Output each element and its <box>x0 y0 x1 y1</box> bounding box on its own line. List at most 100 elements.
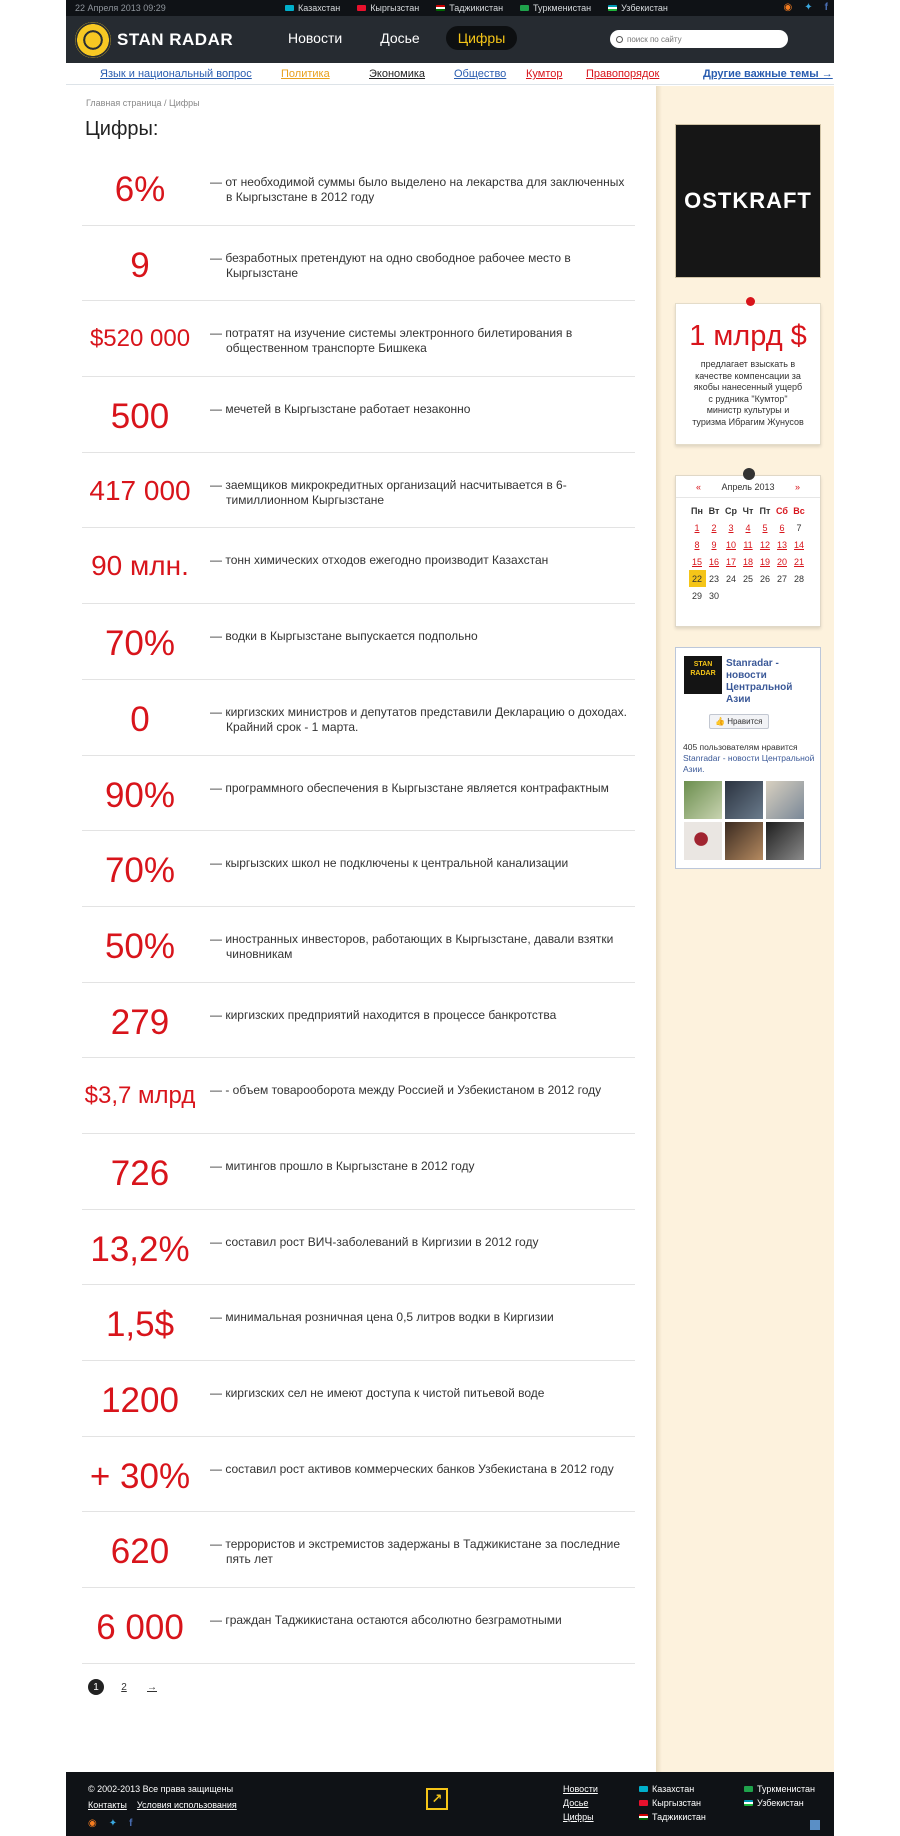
rss-icon[interactable]: ◉ <box>784 0 793 16</box>
nav-news[interactable]: Новости <box>276 26 354 50</box>
facebook-icon[interactable]: f <box>825 0 828 16</box>
featured-fact-card[interactable]: 1 млрд $ предлагает взыскать в качестве … <box>675 297 821 445</box>
page-2-link[interactable]: 2 <box>116 1679 132 1695</box>
terms-link[interactable]: Условия использования <box>137 1800 237 1810</box>
facebook-like-button[interactable]: 👍 Нравится <box>709 714 769 729</box>
prev-month-button[interactable]: « <box>696 476 701 498</box>
fact-text[interactable]: — потратят на изучение системы электронн… <box>210 326 630 356</box>
contacts-link[interactable]: Контакты <box>88 1800 127 1810</box>
liveinternet-counter-icon[interactable] <box>810 1820 820 1830</box>
calendar-day[interactable]: 8 <box>689 536 706 553</box>
footer-country-link[interactable]: Казахстан <box>639 1784 706 1794</box>
calendar-day[interactable]: 17 <box>723 553 740 570</box>
fact-row[interactable]: 70% — водки в Кыргызстане выпускается под… <box>82 604 635 680</box>
country-link-kazakhstan[interactable]: Казахстан <box>285 0 340 16</box>
fact-text[interactable]: — заемщиков микрокредитных организаций н… <box>210 478 630 508</box>
footer-nav-dossier[interactable]: Досье <box>563 1798 598 1808</box>
fact-row[interactable]: 50% — иностранных инвесторов, работающих … <box>82 907 635 983</box>
facebook-page-name[interactable]: Stanradar - новости Центральной Азии <box>726 658 816 706</box>
fact-text[interactable]: — - объем товарооборота между Россией и … <box>210 1083 630 1098</box>
fact-row[interactable]: 90 млн. — тонн химических отходов ежегодн… <box>82 528 635 605</box>
avatar[interactable] <box>725 781 763 819</box>
footer-country-link[interactable]: Кыргызстан <box>639 1798 706 1808</box>
fact-text[interactable]: — граждан Таджикистана остаются абсолютн… <box>210 1613 630 1628</box>
topic-society[interactable]: Общество <box>454 68 506 80</box>
fact-row[interactable]: 279 — киргизских предприятий находится в … <box>82 983 635 1059</box>
ostkraft-banner[interactable]: OSTKRAFT <box>675 124 821 278</box>
footer-country-link[interactable]: Узбекистан <box>744 1798 815 1808</box>
calendar-day[interactable]: 11 <box>740 536 757 553</box>
country-link-uzbekistan[interactable]: Узбекистан <box>608 0 668 16</box>
calendar-day[interactable]: 14 <box>791 536 808 553</box>
fact-row[interactable]: $3,7 млрд — - объем товарооборота между Р… <box>82 1058 635 1134</box>
fact-row[interactable]: 13,2% — составил рост ВИЧ-заболеваний в К… <box>82 1210 635 1286</box>
fact-text[interactable]: — кыргызских школ не подключены к центра… <box>210 856 630 871</box>
fact-row[interactable]: 1,5$ — минимальная розничная цена 0,5 лит… <box>82 1285 635 1361</box>
calendar-day[interactable]: 4 <box>740 519 757 536</box>
country-link-kyrgyzstan[interactable]: Кыргызстан <box>357 0 419 16</box>
fact-row[interactable]: 500 — мечетей в Кыргызстане работает неза… <box>82 377 635 453</box>
fact-text[interactable]: — безработных претендуют на одно свободн… <box>210 251 630 281</box>
calendar-day[interactable]: 18 <box>740 553 757 570</box>
calendar-today[interactable]: 22 <box>688 570 706 587</box>
calendar-day[interactable]: 9 <box>706 536 723 553</box>
facebook-icon[interactable]: f <box>129 1818 132 1829</box>
fact-row[interactable]: 90% — программного обеспечения в Кыргызст… <box>82 756 635 832</box>
calendar-day[interactable]: 3 <box>723 519 740 536</box>
search-icon[interactable] <box>616 35 623 43</box>
fact-text[interactable]: — водки в Кыргызстане выпускается подпол… <box>210 629 630 644</box>
fact-row[interactable]: 6% — от необходимой суммы было выделено н… <box>82 150 635 226</box>
search-input[interactable] <box>627 34 777 44</box>
country-link-turkmenistan[interactable]: Туркменистан <box>520 0 591 16</box>
calendar-day[interactable]: 5 <box>757 519 774 536</box>
fact-row[interactable]: $520 000 — потратят на изучение системы э… <box>82 301 635 378</box>
avatar[interactable] <box>684 822 722 860</box>
calendar-day[interactable]: 2 <box>706 519 723 536</box>
footer-country-link[interactable]: Таджикистан <box>639 1812 706 1822</box>
next-month-button[interactable]: » <box>795 476 800 498</box>
calendar-day[interactable]: 20 <box>774 553 791 570</box>
nav-figures[interactable]: Цифры <box>445 26 518 50</box>
next-page-arrow-icon[interactable]: → <box>144 1679 160 1695</box>
calendar-day[interactable]: 1 <box>689 519 706 536</box>
calendar-day[interactable]: 6 <box>774 519 791 536</box>
fact-text[interactable]: — мечетей в Кыргызстане работает незакон… <box>210 402 630 417</box>
twitter-icon[interactable]: ✦ <box>804 0 812 16</box>
nav-dossier[interactable]: Досье <box>368 26 432 50</box>
footer-country-link[interactable]: Туркменистан <box>744 1784 815 1794</box>
calendar-day[interactable]: 10 <box>723 536 740 553</box>
topic-economy[interactable]: Экономика <box>369 68 425 80</box>
site-logo[interactable]: STAN RADAR <box>75 22 233 58</box>
avatar[interactable] <box>684 781 722 819</box>
fact-text[interactable]: — составил рост ВИЧ-заболеваний в Киргиз… <box>210 1235 630 1250</box>
fact-row[interactable]: 620 — террористов и экстремистов задержан… <box>82 1512 635 1589</box>
calendar-day[interactable]: 13 <box>774 536 791 553</box>
fact-text[interactable]: — киргизских министров и депутатов предс… <box>210 705 630 735</box>
country-link-tajikistan[interactable]: Таджикистан <box>436 0 503 16</box>
fact-row[interactable]: 0 — киргизских министров и депутатов пред… <box>82 680 635 756</box>
fact-text[interactable]: — киргизских предприятий находится в про… <box>210 1008 630 1023</box>
breadcrumb[interactable]: Главная страница / Цифры <box>86 98 200 108</box>
calendar-day[interactable]: 19 <box>757 553 774 570</box>
facebook-page-logo[interactable]: STAN RADAR <box>684 656 722 694</box>
topic-more-link[interactable]: Другие важные темы → <box>703 68 833 80</box>
fact-text[interactable]: — иностранных инвесторов, работающих в К… <box>210 932 630 962</box>
avatar[interactable] <box>725 822 763 860</box>
fact-row[interactable]: 70% — кыргызских школ не подключены к цен… <box>82 831 635 907</box>
fact-row[interactable]: 6 000 — граждан Таджикистана остаются абс… <box>82 1588 635 1664</box>
calendar-day[interactable]: 21 <box>791 553 808 570</box>
rss-icon[interactable]: ◉ <box>88 1818 97 1829</box>
facebook-page-link[interactable]: Stanradar - новости Центральной Азии. <box>683 753 814 774</box>
footer-nav-figures[interactable]: Цифры <box>563 1812 598 1822</box>
topic-politics[interactable]: Политика <box>281 68 330 80</box>
page-1-button[interactable]: 1 <box>88 1679 104 1695</box>
fact-row[interactable]: 726 — митингов прошло в Кыргызстане в 201… <box>82 1134 635 1210</box>
fact-text[interactable]: — митингов прошло в Кыргызстане в 2012 г… <box>210 1159 630 1174</box>
fact-text[interactable]: — от необходимой суммы было выделено на … <box>210 175 630 205</box>
topic-law[interactable]: Правопорядок <box>586 68 659 80</box>
calendar-day[interactable]: 16 <box>706 553 723 570</box>
avatar[interactable] <box>766 822 804 860</box>
fact-text[interactable]: — минимальная розничная цена 0,5 литров … <box>210 1310 630 1325</box>
fact-text[interactable]: — программного обеспечения в Кыргызстане… <box>210 781 630 796</box>
twitter-icon[interactable]: ✦ <box>109 1818 117 1829</box>
